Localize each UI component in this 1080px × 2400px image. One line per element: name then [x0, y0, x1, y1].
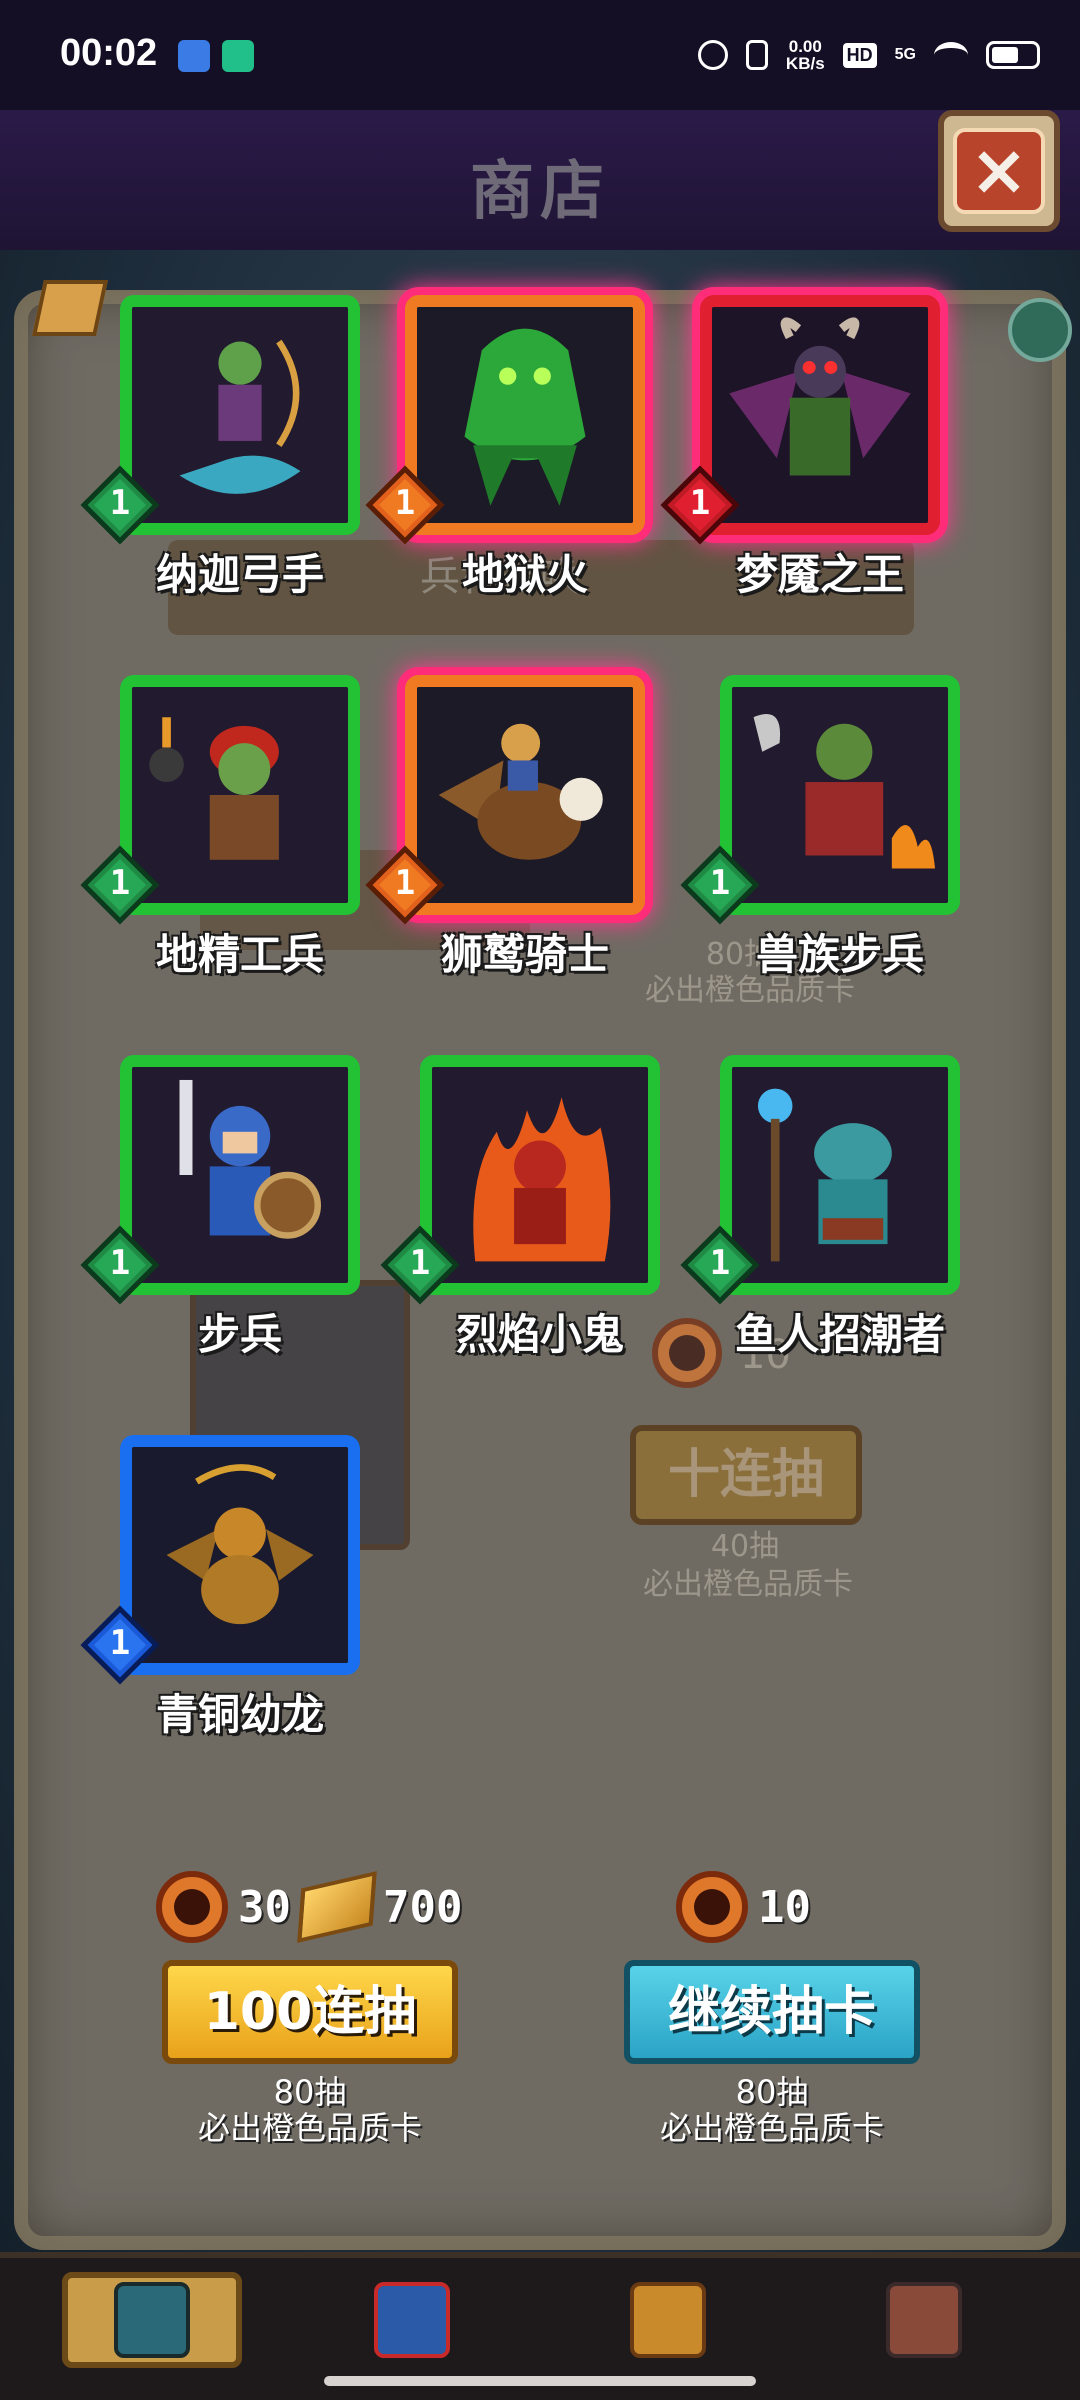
card-deck-icon — [114, 2282, 190, 2358]
close-icon: × — [953, 128, 1045, 214]
continue-draw-note-count: 80抽 — [735, 2073, 809, 2111]
hundred-pull-note-text: 必出橙色品质卡 — [197, 2109, 422, 2147]
card-name: 烈焰小鬼 — [455, 1310, 624, 1359]
coin-cost: 10 — [758, 1881, 811, 1933]
level-number: 1 — [394, 863, 416, 903]
nav-chest[interactable] — [578, 2272, 758, 2368]
status-indicators: 0.00 KB/s HD 5G — [697, 32, 1040, 78]
summon-coin-icon — [156, 1871, 228, 1943]
treasure-chest-icon — [630, 2282, 706, 2358]
card-name: 梦魇之王 — [735, 550, 904, 599]
status-bar: 00:02 0.00 KB/s HD 5G — [0, 0, 1080, 110]
wifi-icon — [934, 42, 968, 68]
vibrate-icon — [745, 40, 768, 70]
level-number: 1 — [409, 1243, 431, 1283]
hundred-pull-button[interactable]: 100连抽 — [162, 1960, 458, 2064]
card-name: 鱼人招潮者 — [734, 1310, 945, 1359]
gift-box-icon — [374, 2282, 450, 2358]
hd-badge: HD — [842, 42, 877, 68]
hundred-pull-note-count: 80抽 — [273, 2073, 347, 2111]
coin-cost: 30 — [238, 1881, 291, 1933]
close-button[interactable]: × — [938, 110, 1060, 232]
shop-header: 商店 × — [0, 110, 1080, 250]
net-speed-unit: KB/s — [785, 54, 825, 73]
ten-pull-button[interactable]: 十连抽 — [630, 1425, 862, 1525]
continue-draw-button[interactable]: 继续抽卡 — [624, 1960, 920, 2064]
level-badge: 1 — [80, 465, 160, 545]
hundred-pull-cost: 30 700 — [156, 1871, 463, 1943]
card-name: 兽族步兵 — [755, 930, 924, 979]
gold-cost: 700 — [382, 1881, 463, 1933]
level-badge: 1 — [680, 845, 760, 925]
gold-bar-icon — [32, 280, 108, 336]
card-name: 步兵 — [197, 1310, 282, 1359]
ten-pull-note-count: 40抽 — [710, 1529, 780, 1564]
level-number: 1 — [709, 1243, 731, 1283]
floating-assist-icon[interactable] — [1008, 298, 1072, 362]
level-number: 1 — [394, 483, 416, 523]
level-number: 1 — [709, 863, 731, 903]
level-badge: 1 — [380, 1225, 460, 1305]
alarm-icon — [697, 40, 728, 70]
card-name: 地精工兵 — [155, 930, 324, 979]
bronze-whelp-portrait — [132, 1447, 348, 1663]
home-indicator[interactable] — [324, 2376, 756, 2386]
continue-draw-note-text: 必出橙色品质卡 — [659, 2109, 884, 2147]
naga-archer-portrait — [132, 307, 348, 523]
level-number: 1 — [689, 483, 711, 523]
dreadlord-portrait — [712, 307, 928, 523]
continue-draw-cost: 10 — [676, 1871, 811, 1943]
nav-cards[interactable] — [62, 2272, 242, 2368]
fire-imp-portrait — [432, 1067, 648, 1283]
nav-gifts[interactable] — [322, 2272, 502, 2368]
level-number: 1 — [109, 863, 131, 903]
level-badge: 1 — [680, 1225, 760, 1305]
card-name: 地狱火 — [461, 550, 588, 599]
card-name: 狮鹫骑士 — [440, 930, 609, 979]
ten-pull-note-text: 必出橙色品质卡 — [643, 1567, 853, 1602]
barracks-house-icon — [886, 2282, 962, 2358]
nav-barracks[interactable] — [834, 2272, 1014, 2368]
infernal-portrait — [417, 307, 633, 523]
signal-5g: 5G — [894, 46, 916, 63]
goblin-sapper-portrait — [132, 687, 348, 903]
level-badge: 1 — [365, 845, 445, 925]
summon-coin-icon — [676, 1871, 748, 1943]
vpn-notification-icon — [222, 40, 254, 72]
level-badge: 1 — [365, 465, 445, 545]
level-number: 1 — [109, 1243, 131, 1283]
page-title: 商店 — [470, 155, 610, 229]
bottom-nav — [0, 2252, 1080, 2400]
level-badge: 1 — [660, 465, 740, 545]
battery-icon — [986, 41, 1040, 69]
orc-grunt-portrait — [732, 687, 948, 903]
level-number: 1 — [109, 1623, 131, 1663]
murloc-tidecaller-portrait — [732, 1067, 948, 1283]
app-notification-icon — [178, 40, 210, 72]
net-speed: 0.00 KB/s — [786, 38, 825, 72]
gold-ingot-icon — [297, 1871, 377, 1943]
level-number: 1 — [109, 483, 131, 523]
level-badge: 1 — [80, 1605, 160, 1685]
level-badge: 1 — [80, 845, 160, 925]
card-name: 纳迦弓手 — [155, 550, 324, 599]
footman-portrait — [132, 1067, 348, 1283]
status-time: 00:02 — [60, 32, 158, 74]
card-name: 青铜幼龙 — [155, 1690, 324, 1739]
gryphon-rider-portrait — [417, 687, 633, 903]
net-speed-value: 0.00 — [788, 37, 822, 56]
level-badge: 1 — [80, 1225, 160, 1305]
